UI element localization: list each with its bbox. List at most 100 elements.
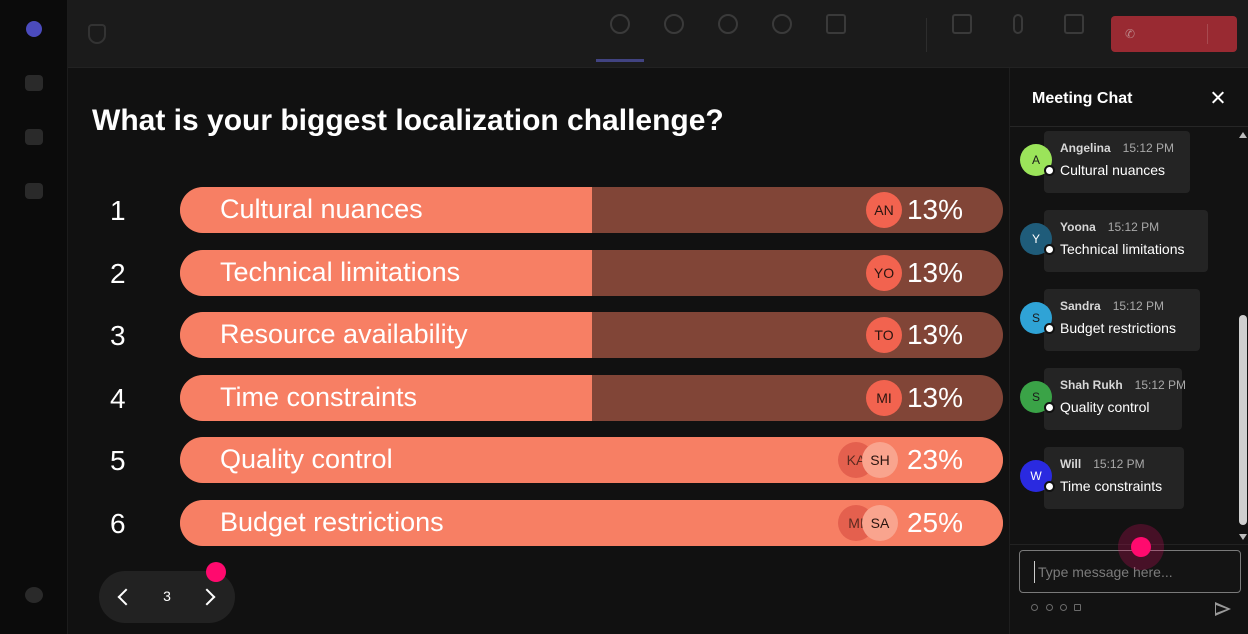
option-label: Time constraints bbox=[220, 382, 418, 412]
scroll-thumb[interactable] bbox=[1239, 315, 1247, 525]
chat-message[interactable]: Sandra 15:12 PM Budget restrictions bbox=[1044, 289, 1200, 351]
meeting-chat-panel: Meeting Chat Angelina 15:12 PM Cultural nu… bbox=[1009, 68, 1248, 634]
people-icon bbox=[25, 75, 43, 91]
phone-icon: ✆ bbox=[1125, 27, 1136, 41]
avatar[interactable]: W bbox=[1020, 460, 1055, 492]
rail-item-participants[interactable] bbox=[6, 62, 62, 108]
raise-hand-toolbar-button[interactable] bbox=[704, 10, 752, 60]
presence-status-icon bbox=[1044, 323, 1055, 334]
avatar[interactable]: Y bbox=[1020, 223, 1055, 255]
avatar-initial: A bbox=[1031, 153, 1040, 167]
message-text: Budget restrictions bbox=[1060, 320, 1176, 336]
avatar[interactable]: S bbox=[1020, 381, 1055, 413]
chat-message[interactable]: Yoona 15:12 PM Technical limitations bbox=[1044, 210, 1208, 272]
poll-results-panel: What is your biggest localization challe… bbox=[68, 68, 1009, 634]
format-icon[interactable] bbox=[1031, 604, 1038, 611]
page-number: 3 bbox=[163, 588, 171, 604]
camera-icon bbox=[952, 14, 972, 34]
toolbar-divider bbox=[926, 18, 927, 52]
avatar[interactable]: S bbox=[1020, 302, 1055, 334]
voter-avatar: MI bbox=[866, 380, 902, 416]
option-number: 6 bbox=[110, 508, 126, 539]
chat-message[interactable]: Will 15:12 PM Time constraints bbox=[1044, 447, 1184, 509]
mic-toolbar-button[interactable] bbox=[994, 10, 1042, 60]
close-icon[interactable] bbox=[1208, 88, 1228, 108]
chat-scrollbar[interactable] bbox=[1238, 130, 1248, 542]
voter-avatar: SH bbox=[862, 442, 898, 478]
option-label: Technical limitations bbox=[220, 257, 461, 287]
rail-item-apps[interactable] bbox=[6, 170, 62, 216]
voter-avatar: AN bbox=[866, 192, 902, 228]
gif-icon[interactable] bbox=[1074, 604, 1081, 611]
message-timestamp: 15:12 PM bbox=[1107, 220, 1160, 234]
apps-icon bbox=[25, 183, 43, 199]
rail-item-help[interactable] bbox=[6, 574, 62, 620]
more-icon bbox=[880, 14, 900, 34]
option-percent: 13% bbox=[906, 257, 963, 288]
message-author: Will bbox=[1060, 457, 1082, 471]
message-timestamp: 15:12 PM bbox=[1112, 299, 1165, 313]
option-number: 4 bbox=[110, 383, 126, 414]
emoji-icon[interactable] bbox=[1060, 604, 1067, 611]
file-icon bbox=[25, 129, 43, 145]
people-icon bbox=[664, 14, 684, 34]
message-text: Technical limitations bbox=[1060, 241, 1185, 257]
option-bar: Resource availability TO 13% bbox=[180, 312, 1003, 358]
option-percent: 13% bbox=[906, 194, 963, 225]
shield-icon bbox=[88, 24, 106, 44]
message-author: Shah Rukh bbox=[1060, 378, 1123, 392]
message-header: Will 15:12 PM bbox=[1060, 457, 1168, 471]
avatar-initial: Y bbox=[1031, 232, 1040, 246]
presence-status-icon bbox=[1044, 402, 1055, 413]
option-label: Budget restrictions bbox=[220, 507, 444, 537]
presence-status-icon bbox=[1044, 244, 1055, 255]
message-author: Yoona bbox=[1060, 220, 1096, 234]
message-header: Sandra 15:12 PM bbox=[1060, 299, 1184, 313]
option-number: 1 bbox=[110, 195, 126, 226]
camera-toolbar-button[interactable] bbox=[938, 10, 986, 60]
scroll-up-arrow[interactable] bbox=[1239, 132, 1247, 138]
people-toolbar-button[interactable] bbox=[650, 10, 698, 60]
voter-avatar: TO bbox=[866, 317, 902, 353]
option-number: 3 bbox=[110, 320, 126, 351]
send-icon[interactable] bbox=[1215, 602, 1231, 616]
avatar-initial: S bbox=[1031, 390, 1040, 404]
share-toolbar-button[interactable] bbox=[1050, 10, 1098, 60]
option-bar: Quality control KA SH 23% bbox=[180, 437, 1003, 483]
hand-icon bbox=[718, 14, 738, 34]
avatar[interactable]: A bbox=[1020, 144, 1055, 176]
grid-icon bbox=[826, 14, 846, 34]
meeting-icon bbox=[26, 21, 42, 37]
click-indicator bbox=[1131, 537, 1151, 557]
message-author: Angelina bbox=[1060, 141, 1111, 155]
meeting-window: ✆ What is your biggest localization chal… bbox=[0, 0, 1248, 634]
chevron-down-icon[interactable] bbox=[1207, 24, 1229, 44]
share-icon bbox=[1064, 14, 1084, 34]
chat-toolbar-button[interactable] bbox=[596, 10, 644, 62]
message-timestamp: 15:12 PM bbox=[1134, 378, 1187, 392]
rail-item-meeting[interactable] bbox=[6, 8, 62, 54]
avatar-initial: W bbox=[1030, 469, 1042, 483]
option-percent: 13% bbox=[906, 382, 963, 413]
chat-title: Meeting Chat bbox=[1032, 90, 1133, 107]
message-text: Quality control bbox=[1060, 399, 1150, 415]
scroll-down-arrow[interactable] bbox=[1239, 534, 1247, 540]
voter-avatar: YO bbox=[866, 255, 902, 291]
voter-avatar: SA bbox=[862, 505, 898, 541]
chevron-right-icon[interactable] bbox=[199, 586, 221, 608]
chat-icon bbox=[610, 14, 630, 34]
message-text: Cultural nuances bbox=[1060, 162, 1166, 178]
rail-item-files[interactable] bbox=[6, 116, 62, 162]
option-label: Resource availability bbox=[220, 319, 468, 349]
more-toolbar-button[interactable] bbox=[866, 10, 914, 60]
react-toolbar-button[interactable] bbox=[758, 10, 806, 60]
view-toolbar-button[interactable] bbox=[812, 10, 860, 60]
avatar-initial: S bbox=[1031, 311, 1040, 325]
attach-icon[interactable] bbox=[1046, 604, 1053, 611]
chevron-left-icon[interactable] bbox=[113, 586, 135, 608]
leave-button[interactable]: ✆ bbox=[1111, 16, 1237, 52]
chat-message[interactable]: Shah Rukh 15:12 PM Quality control bbox=[1044, 368, 1186, 430]
chat-message[interactable]: Angelina 15:12 PM Cultural nuances bbox=[1044, 131, 1190, 193]
option-number: 2 bbox=[110, 258, 126, 289]
notification-dot bbox=[206, 562, 226, 582]
